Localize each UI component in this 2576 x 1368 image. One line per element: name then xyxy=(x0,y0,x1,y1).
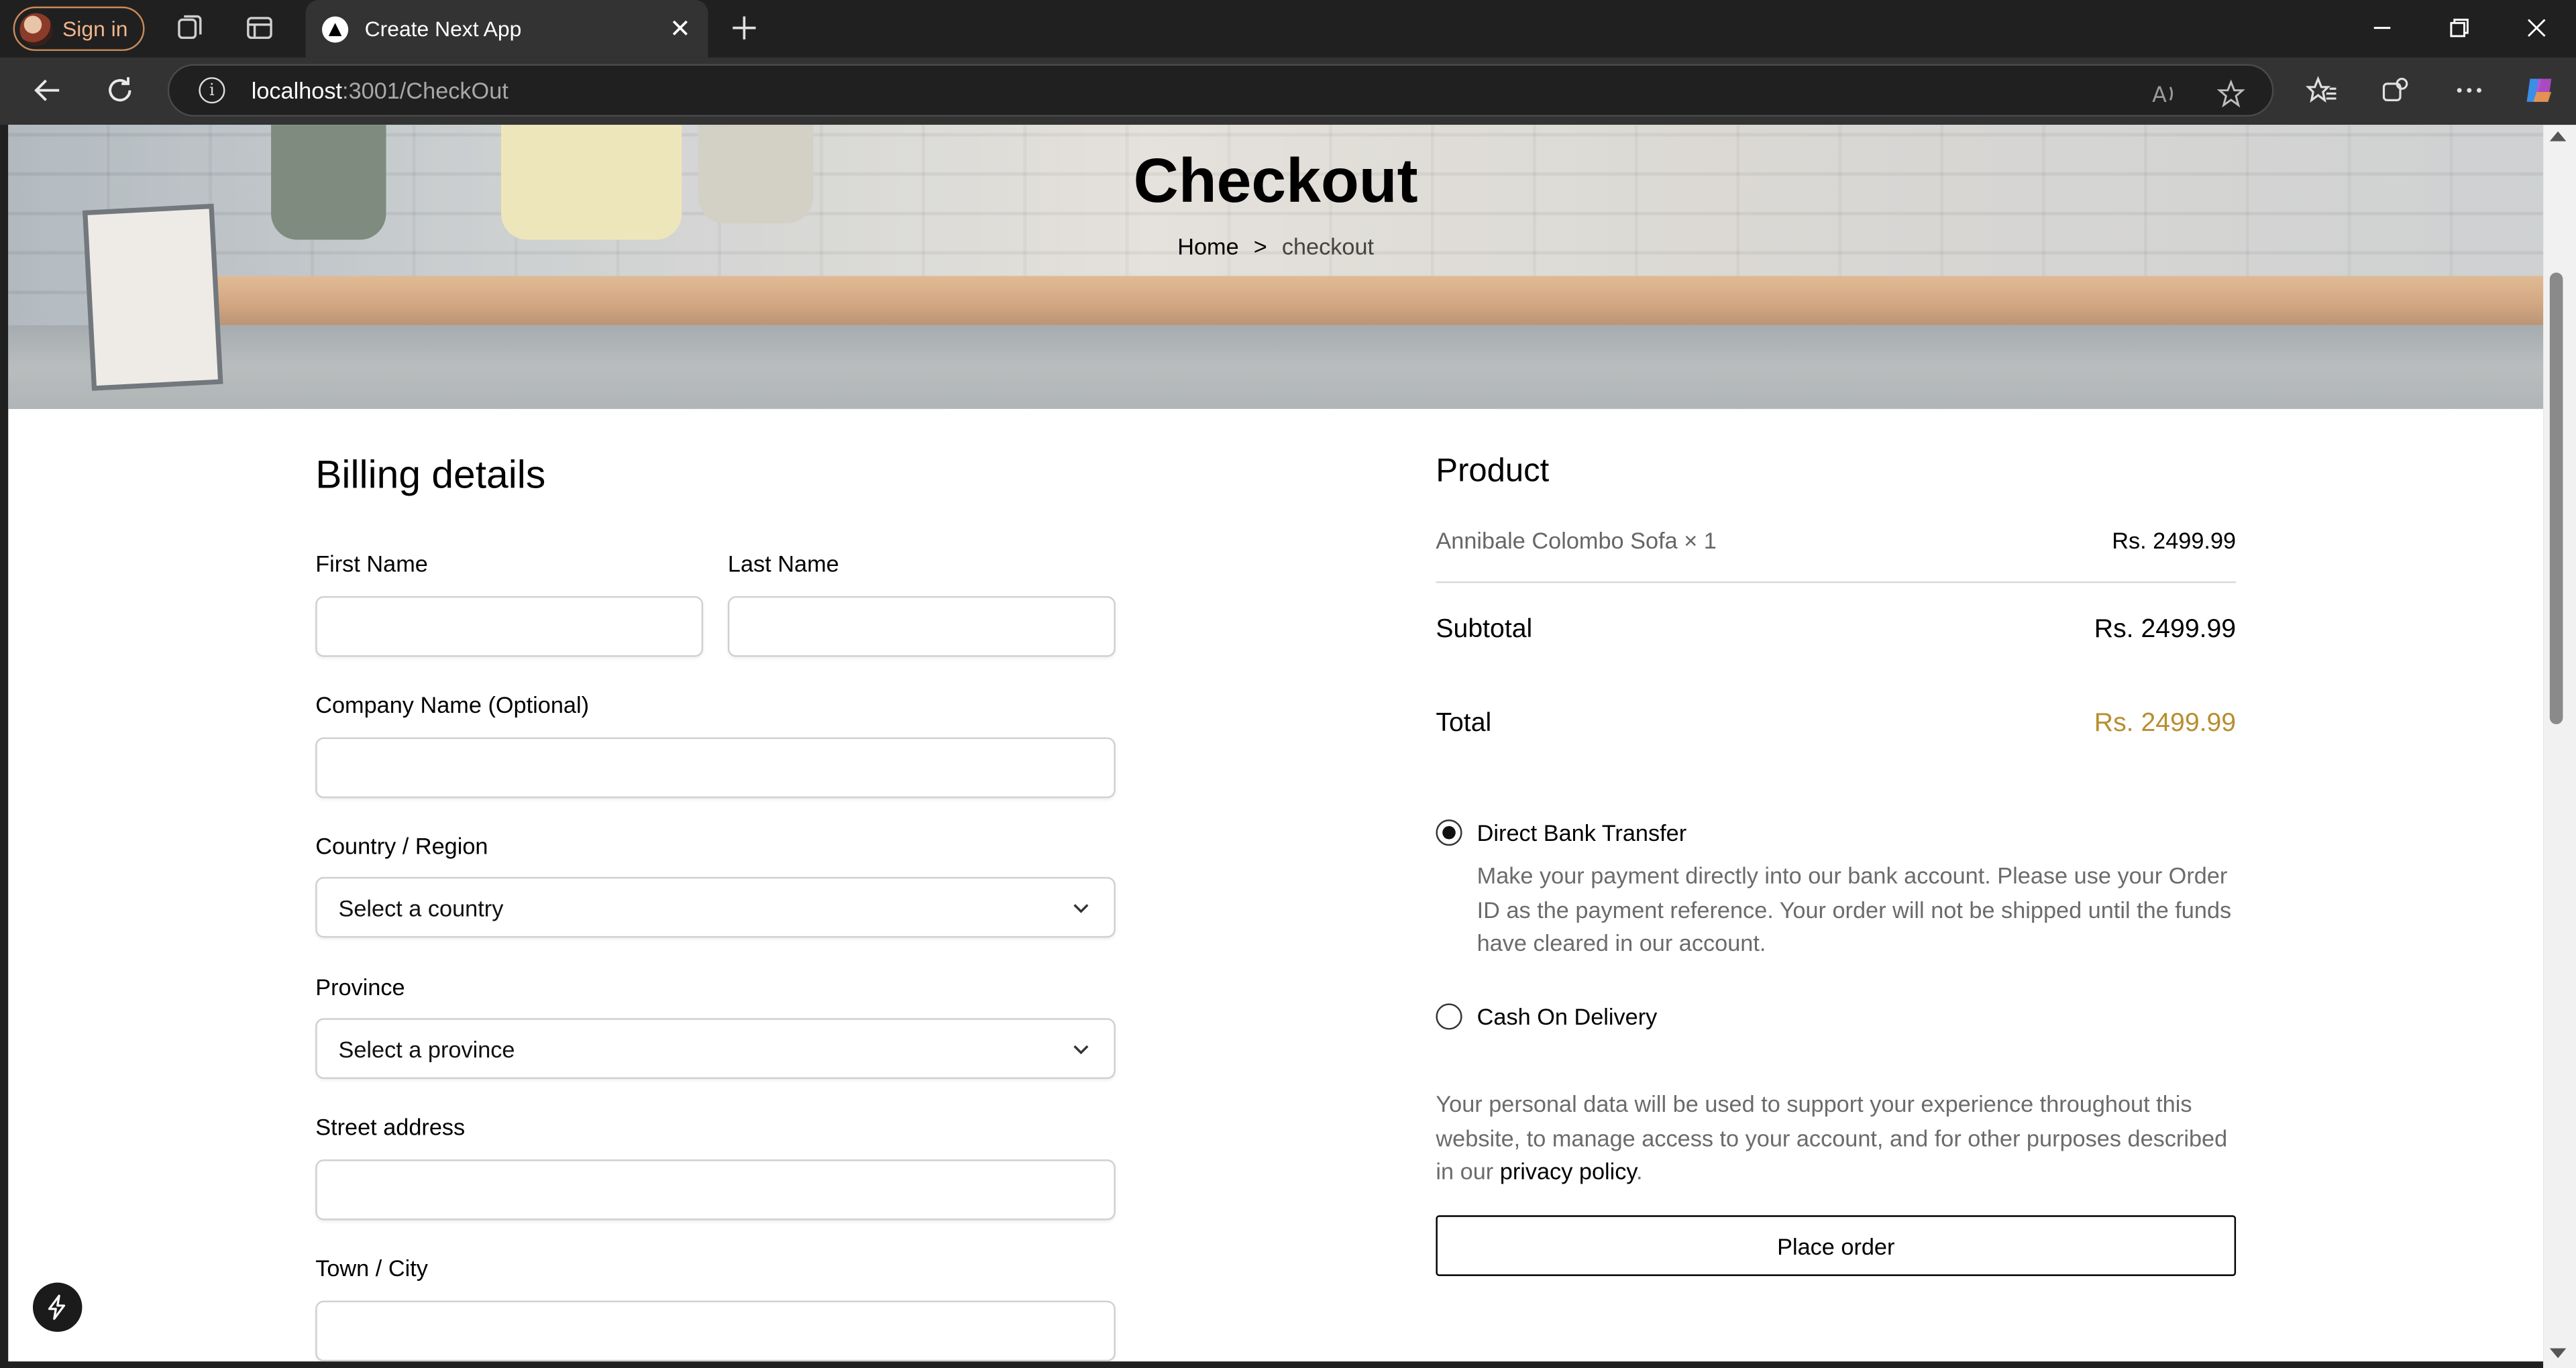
copilot-icon[interactable] xyxy=(2522,72,2558,109)
country-select-value: Select a country xyxy=(338,894,504,921)
nextjs-favicon-icon xyxy=(322,15,349,42)
town-field[interactable] xyxy=(315,1300,1116,1362)
total-value: Rs. 2499.99 xyxy=(2094,709,2237,738)
lightning-icon xyxy=(48,1294,66,1320)
read-aloud-icon[interactable]: A xyxy=(2149,79,2178,109)
hero-banner: Checkout Home > checkout xyxy=(8,125,2544,409)
place-order-button[interactable]: Place order xyxy=(1436,1215,2237,1276)
place-order-label: Place order xyxy=(1777,1232,1895,1259)
product-heading: Product xyxy=(1436,453,1550,490)
scroll-down-arrow-icon[interactable] xyxy=(2549,1348,2567,1359)
province-select-value: Select a province xyxy=(338,1035,515,1062)
url-field[interactable]: i localhost:3001/CheckOut A xyxy=(167,64,2274,117)
tab-bar: Sign in Create Next App xyxy=(0,0,2576,58)
tab-create-next-app[interactable]: Create Next App xyxy=(305,0,708,58)
sign-in-label: Sign in xyxy=(62,16,128,42)
company-field[interactable] xyxy=(315,737,1116,799)
billing-form: Billing details First Name Last Name Com… xyxy=(315,453,1116,1362)
billing-heading: Billing details xyxy=(315,453,546,498)
radio-direct-bank-transfer[interactable] xyxy=(1436,819,1462,846)
direct-bank-transfer-label[interactable]: Direct Bank Transfer xyxy=(1477,819,1687,846)
back-arrow-icon[interactable] xyxy=(32,74,64,107)
collections-icon[interactable] xyxy=(2379,74,2412,107)
browser-window: Sign in Create Next App i localhost:300… xyxy=(0,0,2576,1368)
restore-icon[interactable] xyxy=(2447,15,2473,41)
first-name-field[interactable] xyxy=(315,595,704,657)
country-select[interactable]: Select a country xyxy=(315,876,1116,938)
cash-on-delivery-label[interactable]: Cash On Delivery xyxy=(1477,1003,1658,1029)
close-tab-icon[interactable] xyxy=(669,16,692,39)
favorites-icon[interactable] xyxy=(2305,74,2338,107)
street-field[interactable] xyxy=(315,1159,1116,1220)
close-window-icon[interactable] xyxy=(2524,15,2550,41)
breadcrumb-separator: > xyxy=(1253,233,1267,260)
total-label: Total xyxy=(1436,709,1492,738)
product-price: Rs. 2499.99 xyxy=(2112,527,2237,554)
vertical-tabs-icon[interactable] xyxy=(245,13,274,43)
scrollbar-thumb[interactable] xyxy=(2549,272,2563,725)
site-info-icon[interactable]: i xyxy=(199,77,225,104)
last-name-field[interactable] xyxy=(727,595,1116,657)
breadcrumb: Home > checkout xyxy=(8,233,2543,260)
radio-cash-on-delivery[interactable] xyxy=(1436,1003,1462,1030)
avatar xyxy=(19,12,53,46)
new-tab-icon[interactable] xyxy=(729,13,759,43)
subtotal-value: Rs. 2499.99 xyxy=(2094,616,2237,644)
product-name: Annibale Colombo Sofa × 1 xyxy=(1436,527,1717,554)
favorite-star-icon[interactable] xyxy=(2216,79,2246,109)
country-label: Country / Region xyxy=(315,832,488,859)
minimize-icon[interactable] xyxy=(2369,15,2395,41)
privacy-policy-link[interactable]: privacy policy xyxy=(1500,1158,1636,1184)
last-name-label: Last Name xyxy=(727,550,839,577)
more-menu-icon[interactable] xyxy=(2453,74,2485,107)
dev-tools-button[interactable] xyxy=(32,1282,83,1332)
first-name-label: First Name xyxy=(315,550,428,577)
province-select[interactable]: Select a province xyxy=(315,1018,1116,1079)
breadcrumb-current: checkout xyxy=(1281,233,1375,260)
subtotal-label: Subtotal xyxy=(1436,616,1533,644)
chevron-down-icon xyxy=(1073,1045,1089,1055)
scroll-up-arrow-icon[interactable] xyxy=(2549,131,2567,141)
breadcrumb-home-link[interactable]: Home xyxy=(1177,233,1238,260)
svg-text:A: A xyxy=(2152,82,2167,107)
privacy-notice: Your personal data will be used to suppo… xyxy=(1436,1087,2236,1188)
company-label: Company Name (Optional) xyxy=(315,691,590,718)
divider xyxy=(1436,581,2237,583)
province-label: Province xyxy=(315,974,405,1001)
page-scrollbar[interactable] xyxy=(2543,125,2576,1368)
page-title: Checkout xyxy=(1133,148,1418,217)
town-label: Town / City xyxy=(315,1255,428,1281)
privacy-end: . xyxy=(1636,1157,1643,1184)
sign-in-button[interactable]: Sign in xyxy=(13,6,145,51)
chevron-down-icon xyxy=(1073,904,1089,913)
page-viewport: Checkout Home > checkout Billing details F… xyxy=(8,125,2544,1362)
refresh-icon[interactable] xyxy=(103,74,136,107)
street-label: Street address xyxy=(315,1113,466,1140)
url-host: localhost xyxy=(251,77,343,104)
tab-title: Create Next App xyxy=(364,16,522,42)
direct-bank-transfer-description: Make your payment directly into our bank… xyxy=(1477,862,2232,956)
url-path: :3001/CheckOut xyxy=(342,77,508,104)
address-bar-row: i localhost:3001/CheckOut A xyxy=(0,57,2576,125)
workspaces-icon[interactable] xyxy=(174,13,204,43)
